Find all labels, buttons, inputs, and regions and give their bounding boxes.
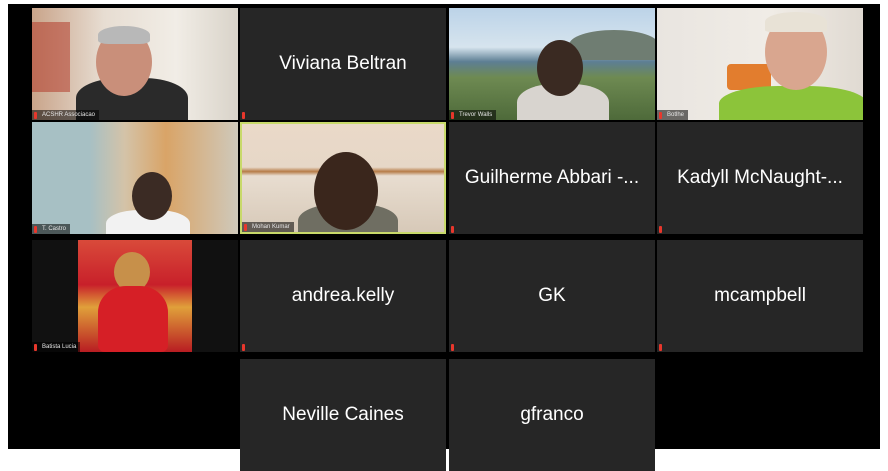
mic-muted-icon bbox=[34, 226, 37, 233]
active-speaker-tile[interactable]: Mohan Kumar bbox=[240, 122, 446, 234]
name-tile[interactable]: Kadyll McNaught-... bbox=[657, 122, 863, 234]
participant-label: ACSHR Associacao bbox=[32, 110, 100, 120]
participant-label: Batista Lucia bbox=[32, 342, 81, 352]
video-tile[interactable]: Trevor Walls bbox=[449, 8, 655, 120]
video-tile[interactable]: ACSHR Associacao bbox=[32, 8, 238, 120]
name-tile[interactable]: GK bbox=[449, 240, 655, 352]
person-head bbox=[314, 152, 378, 230]
participant-label: Mohan Kumar bbox=[242, 222, 294, 232]
mic-muted-icon bbox=[659, 344, 662, 351]
mic-muted-icon bbox=[34, 344, 37, 351]
video-feed bbox=[449, 8, 655, 120]
participant-name: Viviana Beltran bbox=[279, 53, 407, 74]
window-shape bbox=[32, 22, 70, 92]
participant-name: GK bbox=[538, 285, 566, 306]
participant-name: andrea.kelly bbox=[291, 285, 395, 306]
name-tile[interactable]: Neville Caines bbox=[240, 359, 446, 471]
mic-muted-icon bbox=[451, 344, 454, 351]
participant-label: T. Castro bbox=[32, 224, 71, 234]
name-tile[interactable]: andrea.kelly bbox=[240, 240, 446, 352]
participant-name: gfranco bbox=[520, 404, 584, 425]
person-head bbox=[537, 40, 583, 96]
mic-muted-icon bbox=[242, 344, 245, 351]
video-tile[interactable]: Botlhe bbox=[657, 8, 863, 120]
mic-muted-icon bbox=[244, 224, 247, 231]
mic-muted-icon bbox=[242, 112, 245, 119]
participant-label: Botlhe bbox=[657, 110, 689, 120]
video-feed bbox=[242, 124, 444, 232]
video-tile[interactable]: Batista Lucia bbox=[32, 240, 238, 352]
gallery-view: ACSHR Associacao Viviana Beltran Trevor … bbox=[8, 4, 880, 471]
video-tile[interactable]: T. Castro bbox=[32, 122, 238, 234]
participant-name: Guilherme Abbari -... bbox=[464, 167, 640, 188]
participant-name: mcampbell bbox=[714, 285, 806, 306]
video-feed bbox=[32, 122, 238, 234]
hill-shape bbox=[569, 30, 655, 60]
person-head bbox=[132, 172, 172, 220]
name-tile[interactable]: Guilherme Abbari -... bbox=[449, 122, 655, 234]
name-tile[interactable]: gfranco bbox=[449, 359, 655, 471]
participant-name: Neville Caines bbox=[282, 404, 404, 425]
cap-shape bbox=[765, 12, 827, 32]
mic-muted-icon bbox=[659, 226, 662, 233]
name-tile[interactable]: mcampbell bbox=[657, 240, 863, 352]
hair-shape bbox=[98, 26, 150, 44]
video-feed bbox=[32, 8, 238, 120]
mic-muted-icon bbox=[659, 112, 662, 119]
person-body bbox=[719, 86, 863, 120]
video-feed bbox=[657, 8, 863, 120]
name-tile[interactable]: Viviana Beltran bbox=[240, 8, 446, 120]
participant-label: Trevor Walls bbox=[449, 110, 497, 120]
video-feed bbox=[78, 240, 192, 352]
mic-muted-icon bbox=[451, 226, 454, 233]
mic-muted-icon bbox=[34, 112, 37, 119]
participant-name: Kadyll McNaught-... bbox=[677, 167, 843, 188]
person-body bbox=[98, 286, 168, 352]
mic-muted-icon bbox=[451, 112, 454, 119]
